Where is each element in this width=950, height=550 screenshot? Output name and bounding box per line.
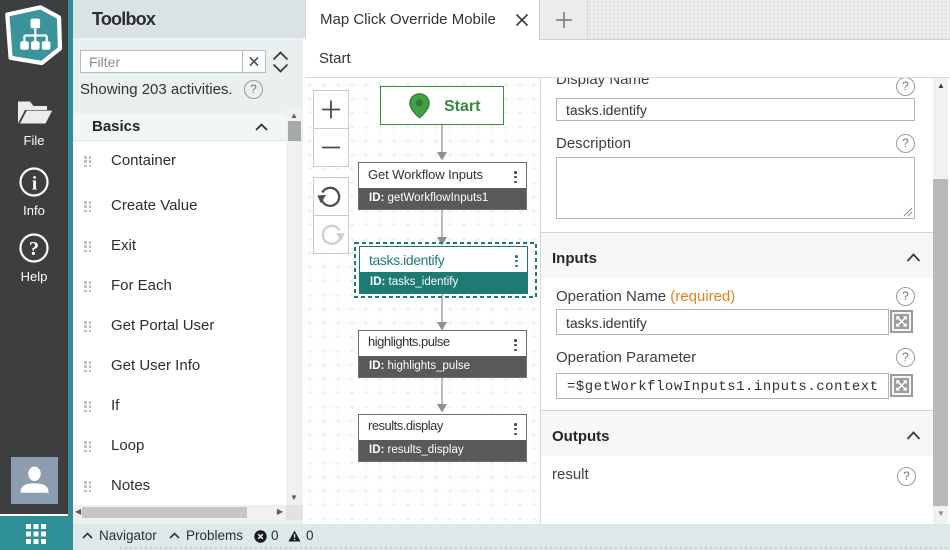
svg-text:i: i (32, 174, 37, 195)
svg-text:?: ? (29, 238, 39, 260)
